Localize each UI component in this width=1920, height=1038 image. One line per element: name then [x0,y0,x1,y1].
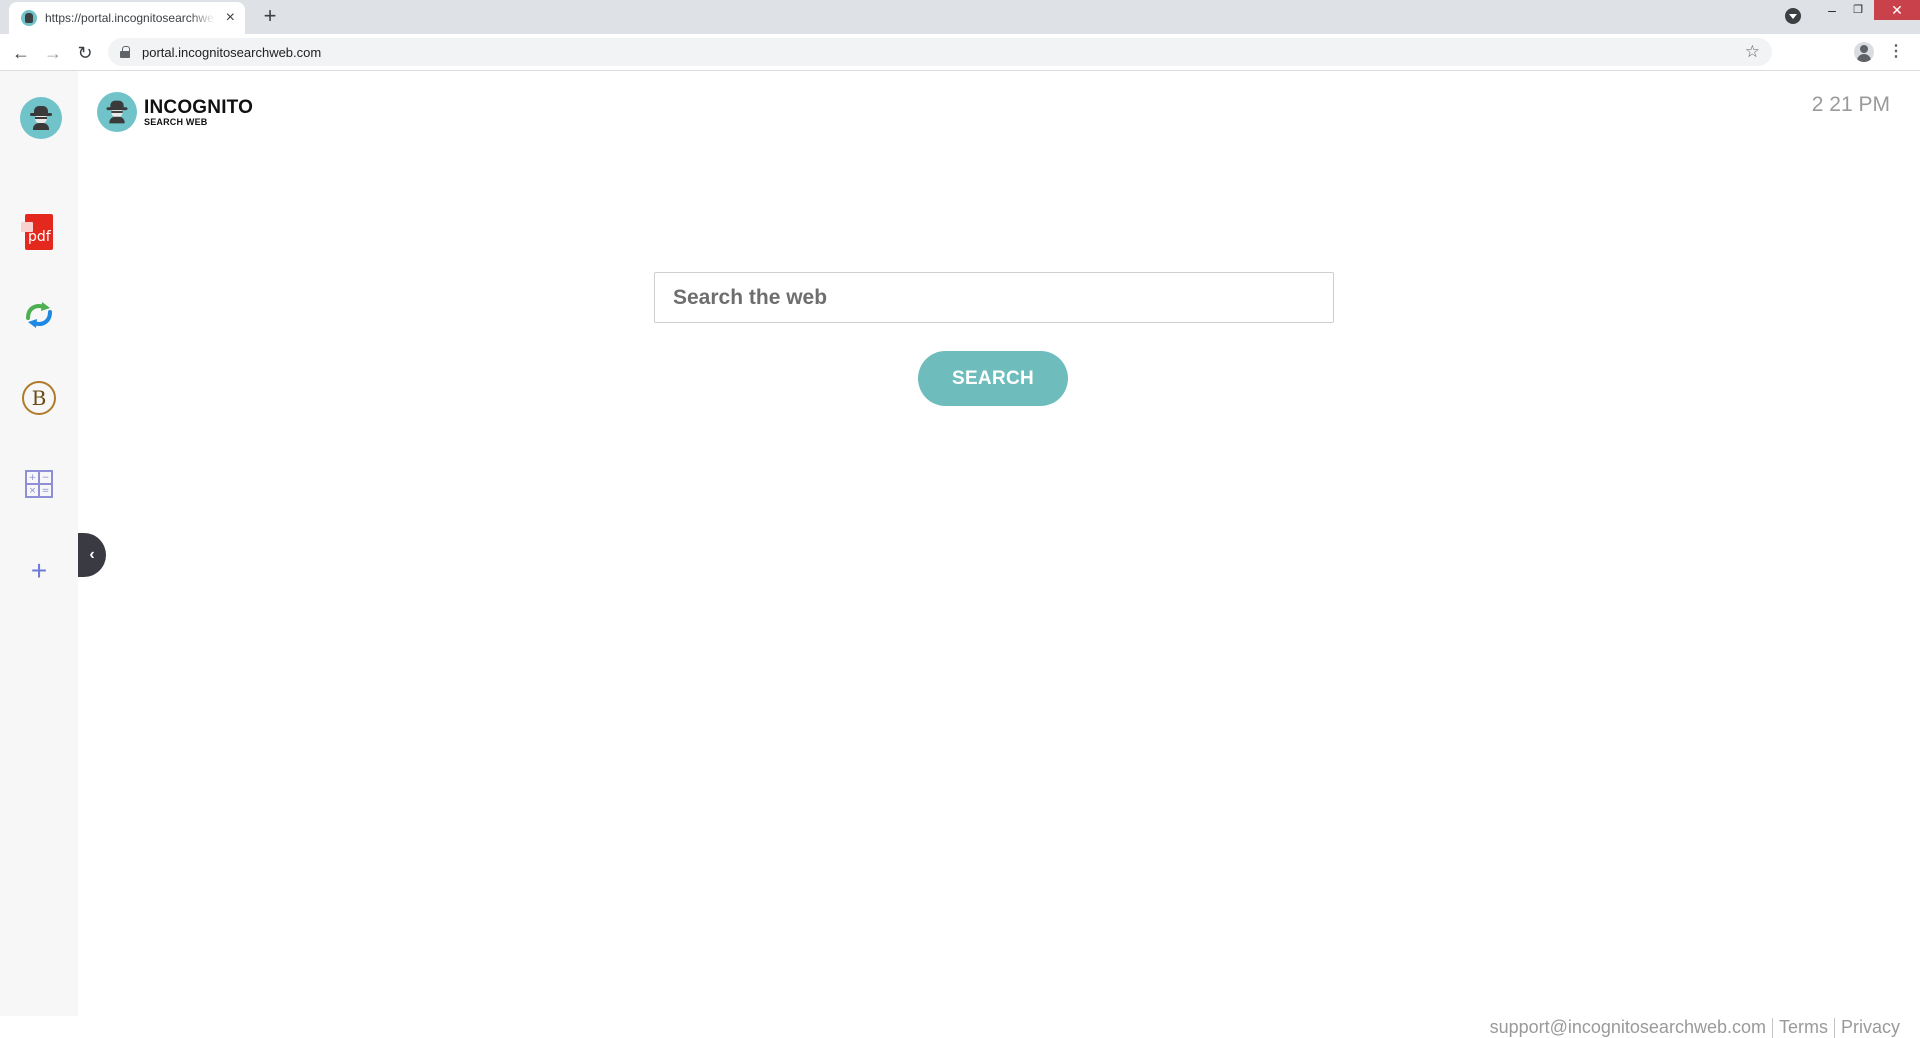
search-input[interactable] [654,272,1334,323]
sidebar-item-pdf-converter[interactable] [19,295,59,335]
close-window-button[interactable]: ✕ [1874,0,1920,20]
browser-tab[interactable]: https://portal.incognitosearchweb.com × [9,2,245,34]
minimize-button[interactable]: – [1818,0,1846,20]
lock-icon[interactable] [120,46,130,58]
footer-divider [1833,1017,1835,1038]
bitcoin-icon: B [22,381,56,415]
search-button[interactable]: SEARCH [918,351,1068,406]
sidebar-item-bitcoin[interactable]: B [19,378,59,418]
footer-divider [1771,1017,1773,1038]
calculator-icon: + − × = [25,470,53,498]
sidebar-collapse-button[interactable]: ‹ [78,533,106,577]
terms-link[interactable]: Terms [1779,1017,1828,1038]
footer: support@incognitosearchweb.com Terms Pri… [1490,1017,1900,1038]
logo-text: INCOGNITO SEARCH WEB [144,98,253,127]
logo-spy-icon [97,92,137,132]
page-content: pdf B + − × = + ‹ INCOGNITO SEARCH WEB 2… [0,71,1920,1038]
convert-arrows-icon [26,302,52,328]
tab-title: https://portal.incognitosearchweb.com [45,11,215,25]
logo-sub-text: SEARCH WEB [144,116,208,127]
spy-icon [30,106,52,130]
sidebar-item-calculator[interactable]: + − × = [19,464,59,504]
browser-menu-icon[interactable]: ⋮ [1888,42,1904,62]
bookmark-star-icon[interactable]: ☆ [1745,42,1760,62]
new-tab-button[interactable]: + [258,5,282,29]
reload-button[interactable]: ↻ [72,40,98,66]
sidebar-item-pdf[interactable]: pdf [19,212,59,252]
clock: 2 21 PM [1811,93,1890,116]
tab-search-icon[interactable] [1785,8,1801,24]
pdf-icon-label: pdf [28,229,51,245]
address-bar[interactable]: portal.incognitosearchweb.com ☆ [108,38,1772,66]
tab-strip: https://portal.incognitosearchweb.com × … [0,0,1920,34]
sidebar: pdf B + − × = + [0,71,78,1016]
site-favicon-icon [21,10,37,26]
maximize-button[interactable]: ❐ [1844,0,1872,20]
logo-main-text: INCOGNITO [144,96,254,118]
url-text[interactable]: portal.incognitosearchweb.com [142,45,321,60]
forward-button[interactable]: → [40,40,66,66]
browser-toolbar: ← → ↻ portal.incognitosearchweb.com ☆ ⋮ [0,34,1920,71]
privacy-link[interactable]: Privacy [1841,1017,1900,1038]
profile-icon[interactable] [1854,42,1874,62]
plus-icon[interactable]: + [19,551,59,591]
support-email-link[interactable]: support@incognitosearchweb.com [1490,1017,1766,1038]
site-logo[interactable]: INCOGNITO SEARCH WEB [97,92,253,132]
tab-close-icon[interactable]: × [226,10,235,26]
sidebar-avatar[interactable] [20,97,62,139]
pdf-icon: pdf [21,214,53,250]
back-button[interactable]: ← [8,40,34,66]
